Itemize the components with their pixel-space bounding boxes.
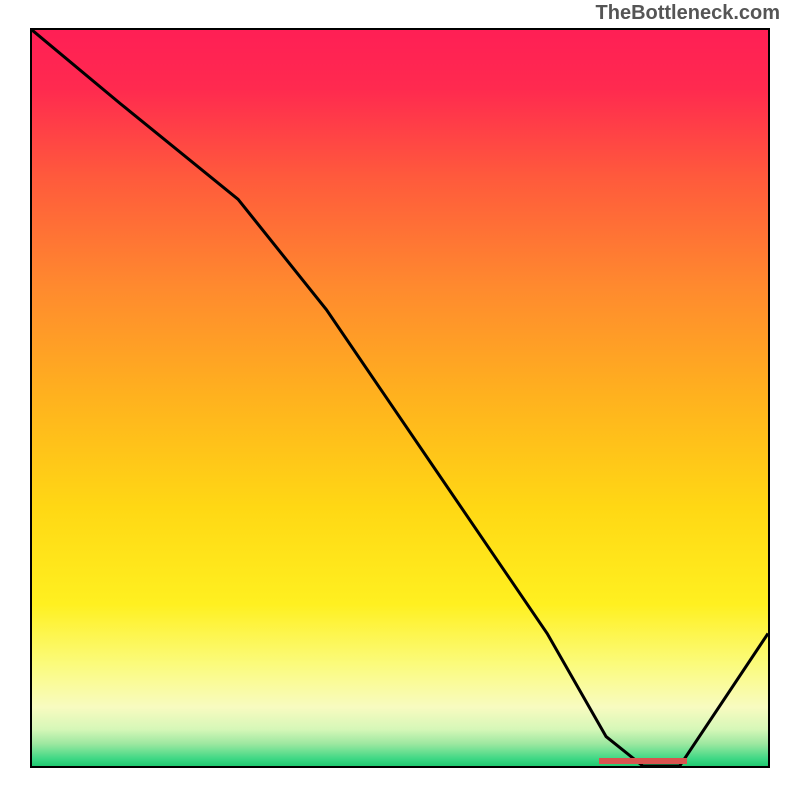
plot-area xyxy=(30,28,770,768)
chart-container: TheBottleneck.com xyxy=(0,0,800,800)
bottleneck-curve xyxy=(32,30,768,766)
watermark-text: TheBottleneck.com xyxy=(596,2,780,25)
curve-layer xyxy=(32,30,768,766)
optimal-range-marker xyxy=(599,758,687,764)
